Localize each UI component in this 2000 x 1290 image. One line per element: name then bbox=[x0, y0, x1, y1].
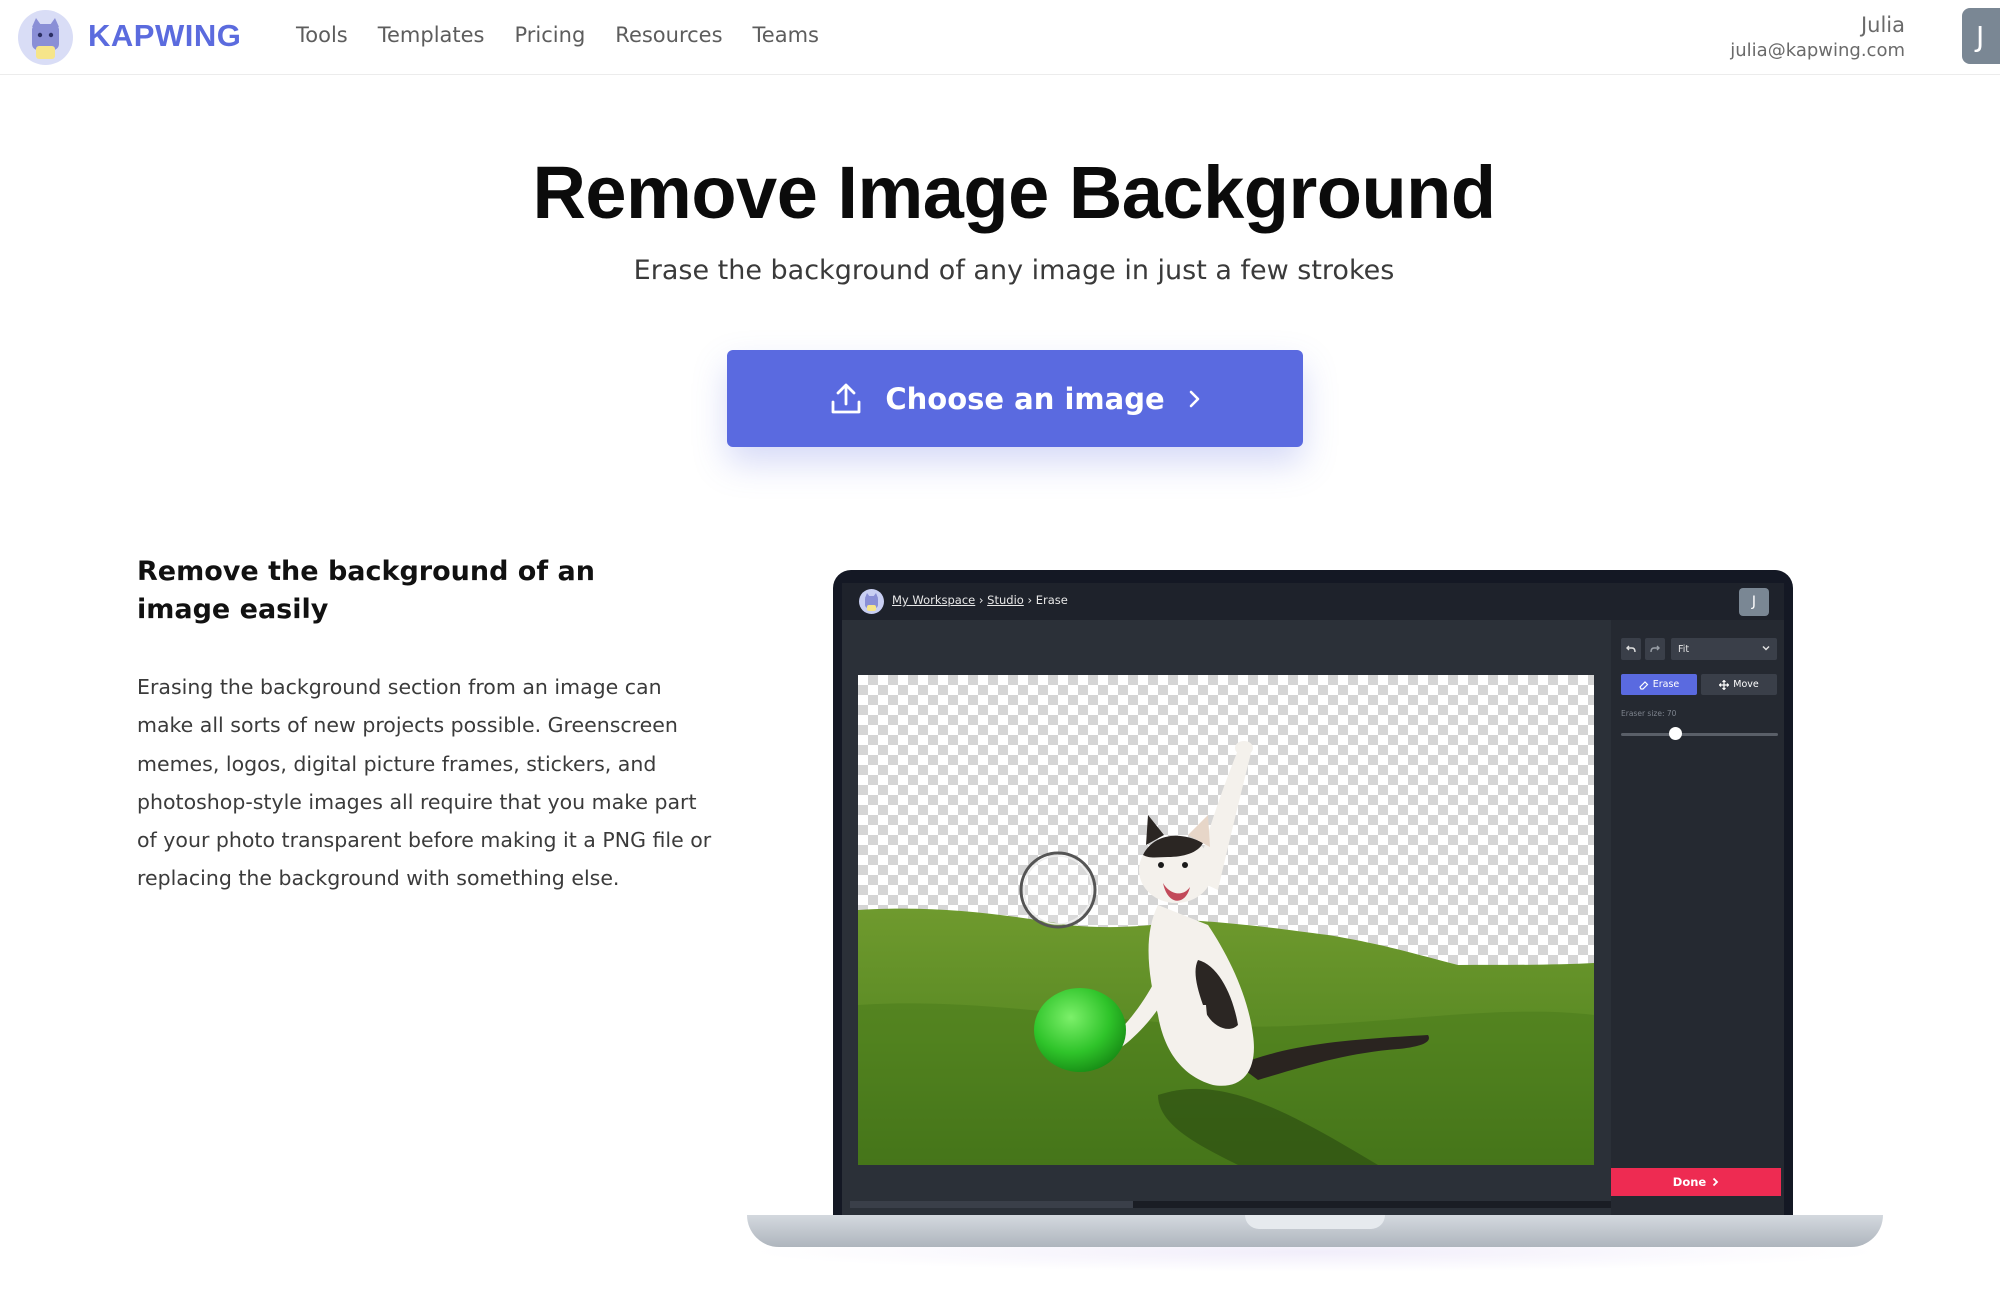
editor-avatar[interactable]: J bbox=[1739, 588, 1769, 616]
redo-icon bbox=[1650, 645, 1660, 653]
tools-panel: Fit Erase Move Eraser size: 70 bbox=[1611, 620, 1784, 1217]
redo-button[interactable] bbox=[1645, 638, 1665, 660]
choose-image-label: Choose an image bbox=[885, 381, 1165, 416]
scrollbar-thumb[interactable] bbox=[850, 1201, 1133, 1208]
eraser-size-label: Eraser size: 70 bbox=[1621, 709, 1677, 718]
chevron-down-icon bbox=[1762, 645, 1770, 651]
editor-header: My Workspace › Studio › Erase J bbox=[842, 583, 1784, 620]
user-info[interactable]: Julia julia@kapwing.com bbox=[1730, 12, 1905, 64]
breadcrumb-workspace[interactable]: My Workspace bbox=[892, 593, 975, 607]
chevron-right-icon bbox=[1713, 1177, 1719, 1187]
breadcrumb-current: Erase bbox=[1035, 593, 1068, 607]
laptop-notch bbox=[1245, 1215, 1385, 1229]
nav-link-templates[interactable]: Templates bbox=[378, 23, 485, 47]
avatar[interactable]: J bbox=[1962, 8, 2000, 64]
eraser-icon bbox=[1639, 680, 1649, 690]
kapwing-logo-icon[interactable] bbox=[859, 589, 884, 614]
move-mode-button[interactable]: Move bbox=[1701, 674, 1777, 695]
done-label: Done bbox=[1672, 1175, 1707, 1189]
transparent-canvas[interactable] bbox=[858, 675, 1594, 1165]
done-button[interactable]: Done bbox=[1611, 1168, 1781, 1196]
nav-link-pricing[interactable]: Pricing bbox=[515, 23, 586, 47]
undo-icon bbox=[1626, 645, 1636, 653]
cat-photo bbox=[858, 741, 1594, 1165]
user-email: julia@kapwing.com bbox=[1730, 40, 1905, 61]
breadcrumb-separator: › bbox=[975, 593, 988, 607]
eraser-size-slider[interactable] bbox=[1621, 733, 1778, 736]
user-name: Julia bbox=[1860, 13, 1905, 37]
top-nav: KAPWING Tools Templates Pricing Resource… bbox=[0, 0, 2000, 75]
kapwing-logo-icon[interactable] bbox=[18, 10, 73, 65]
undo-button[interactable] bbox=[1621, 638, 1641, 660]
zoom-select[interactable]: Fit bbox=[1671, 638, 1777, 660]
brand-name[interactable]: KAPWING bbox=[88, 18, 241, 54]
erase-mode-label: Erase bbox=[1652, 679, 1680, 690]
editor-canvas bbox=[842, 620, 1611, 1217]
move-icon bbox=[1719, 679, 1730, 690]
breadcrumb-studio[interactable]: Studio bbox=[987, 593, 1024, 607]
choose-image-button[interactable]: Choose an image bbox=[727, 350, 1303, 447]
laptop-screen: My Workspace › Studio › Erase J Fit Eras… bbox=[842, 583, 1784, 1217]
breadcrumb: My Workspace › Studio › Erase bbox=[892, 593, 1068, 607]
nav-link-teams[interactable]: Teams bbox=[753, 23, 819, 47]
breadcrumb-separator: › bbox=[1023, 593, 1036, 607]
eraser-size-slider-handle[interactable] bbox=[1669, 727, 1683, 740]
nav-link-resources[interactable]: Resources bbox=[615, 23, 722, 47]
erase-mode-button[interactable]: Erase bbox=[1621, 674, 1697, 695]
upload-icon bbox=[829, 382, 863, 416]
page-title: Remove Image Background bbox=[532, 151, 1496, 234]
feature-description: Erasing the background section from an i… bbox=[137, 675, 712, 891]
move-mode-label: Move bbox=[1733, 679, 1759, 690]
nav-links: Tools Templates Pricing Resources Teams bbox=[296, 23, 819, 47]
page-subtitle: Erase the background of any image in jus… bbox=[633, 255, 1395, 286]
chevron-right-icon bbox=[1187, 389, 1201, 409]
zoom-select-value: Fit bbox=[1678, 643, 1690, 655]
feature-title: Remove the background of an image easily bbox=[137, 556, 595, 625]
nav-link-tools[interactable]: Tools bbox=[296, 23, 348, 47]
